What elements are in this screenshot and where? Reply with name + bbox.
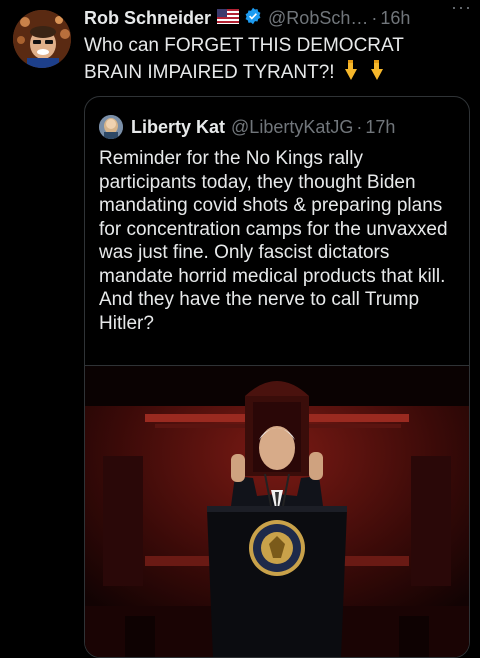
- us-flag-icon: [217, 8, 240, 29]
- pointing-down-emoji-icon: [341, 59, 361, 89]
- separator-dot: ·: [356, 116, 363, 137]
- quoted-author-avatar: [99, 115, 123, 139]
- separator-dot: ·: [371, 7, 378, 28]
- tweet-time[interactable]: 16h: [380, 8, 410, 29]
- quoted-tweet-header: Liberty Kat @LibertyKatJG · 17h: [99, 115, 395, 139]
- avatar-photo: [13, 10, 71, 68]
- quoted-tweet[interactable]: Liberty Kat @LibertyKatJG · 17h Reminder…: [84, 96, 470, 658]
- more-options-icon[interactable]: ···: [451, 0, 472, 18]
- author-name[interactable]: Rob Schneider: [84, 8, 211, 29]
- quoted-author-handle[interactable]: @LibertyKatJG: [231, 117, 353, 138]
- author-handle[interactable]: @RobSch…: [268, 8, 368, 29]
- verified-badge-icon: [244, 7, 262, 30]
- quoted-tweet-text: Reminder for the No Kings rally particip…: [99, 148, 448, 334]
- pointing-down-emoji-icon: [367, 59, 387, 89]
- quoted-tweet-photo[interactable]: [85, 365, 469, 657]
- tweet-text: Who can FORGET THIS DEMOCRAT BRAIN IMPAI…: [84, 33, 464, 89]
- speech-photo-illustration: [85, 366, 469, 657]
- quoted-author-name[interactable]: Liberty Kat: [131, 117, 225, 138]
- tweet[interactable]: Rob Schneider @RobSch… · 16h ··· Who can…: [0, 0, 480, 658]
- tweet-header: Rob Schneider @RobSch… · 16h: [84, 6, 472, 30]
- author-avatar[interactable]: [13, 10, 71, 68]
- quoted-tweet-time[interactable]: 17h: [365, 117, 395, 138]
